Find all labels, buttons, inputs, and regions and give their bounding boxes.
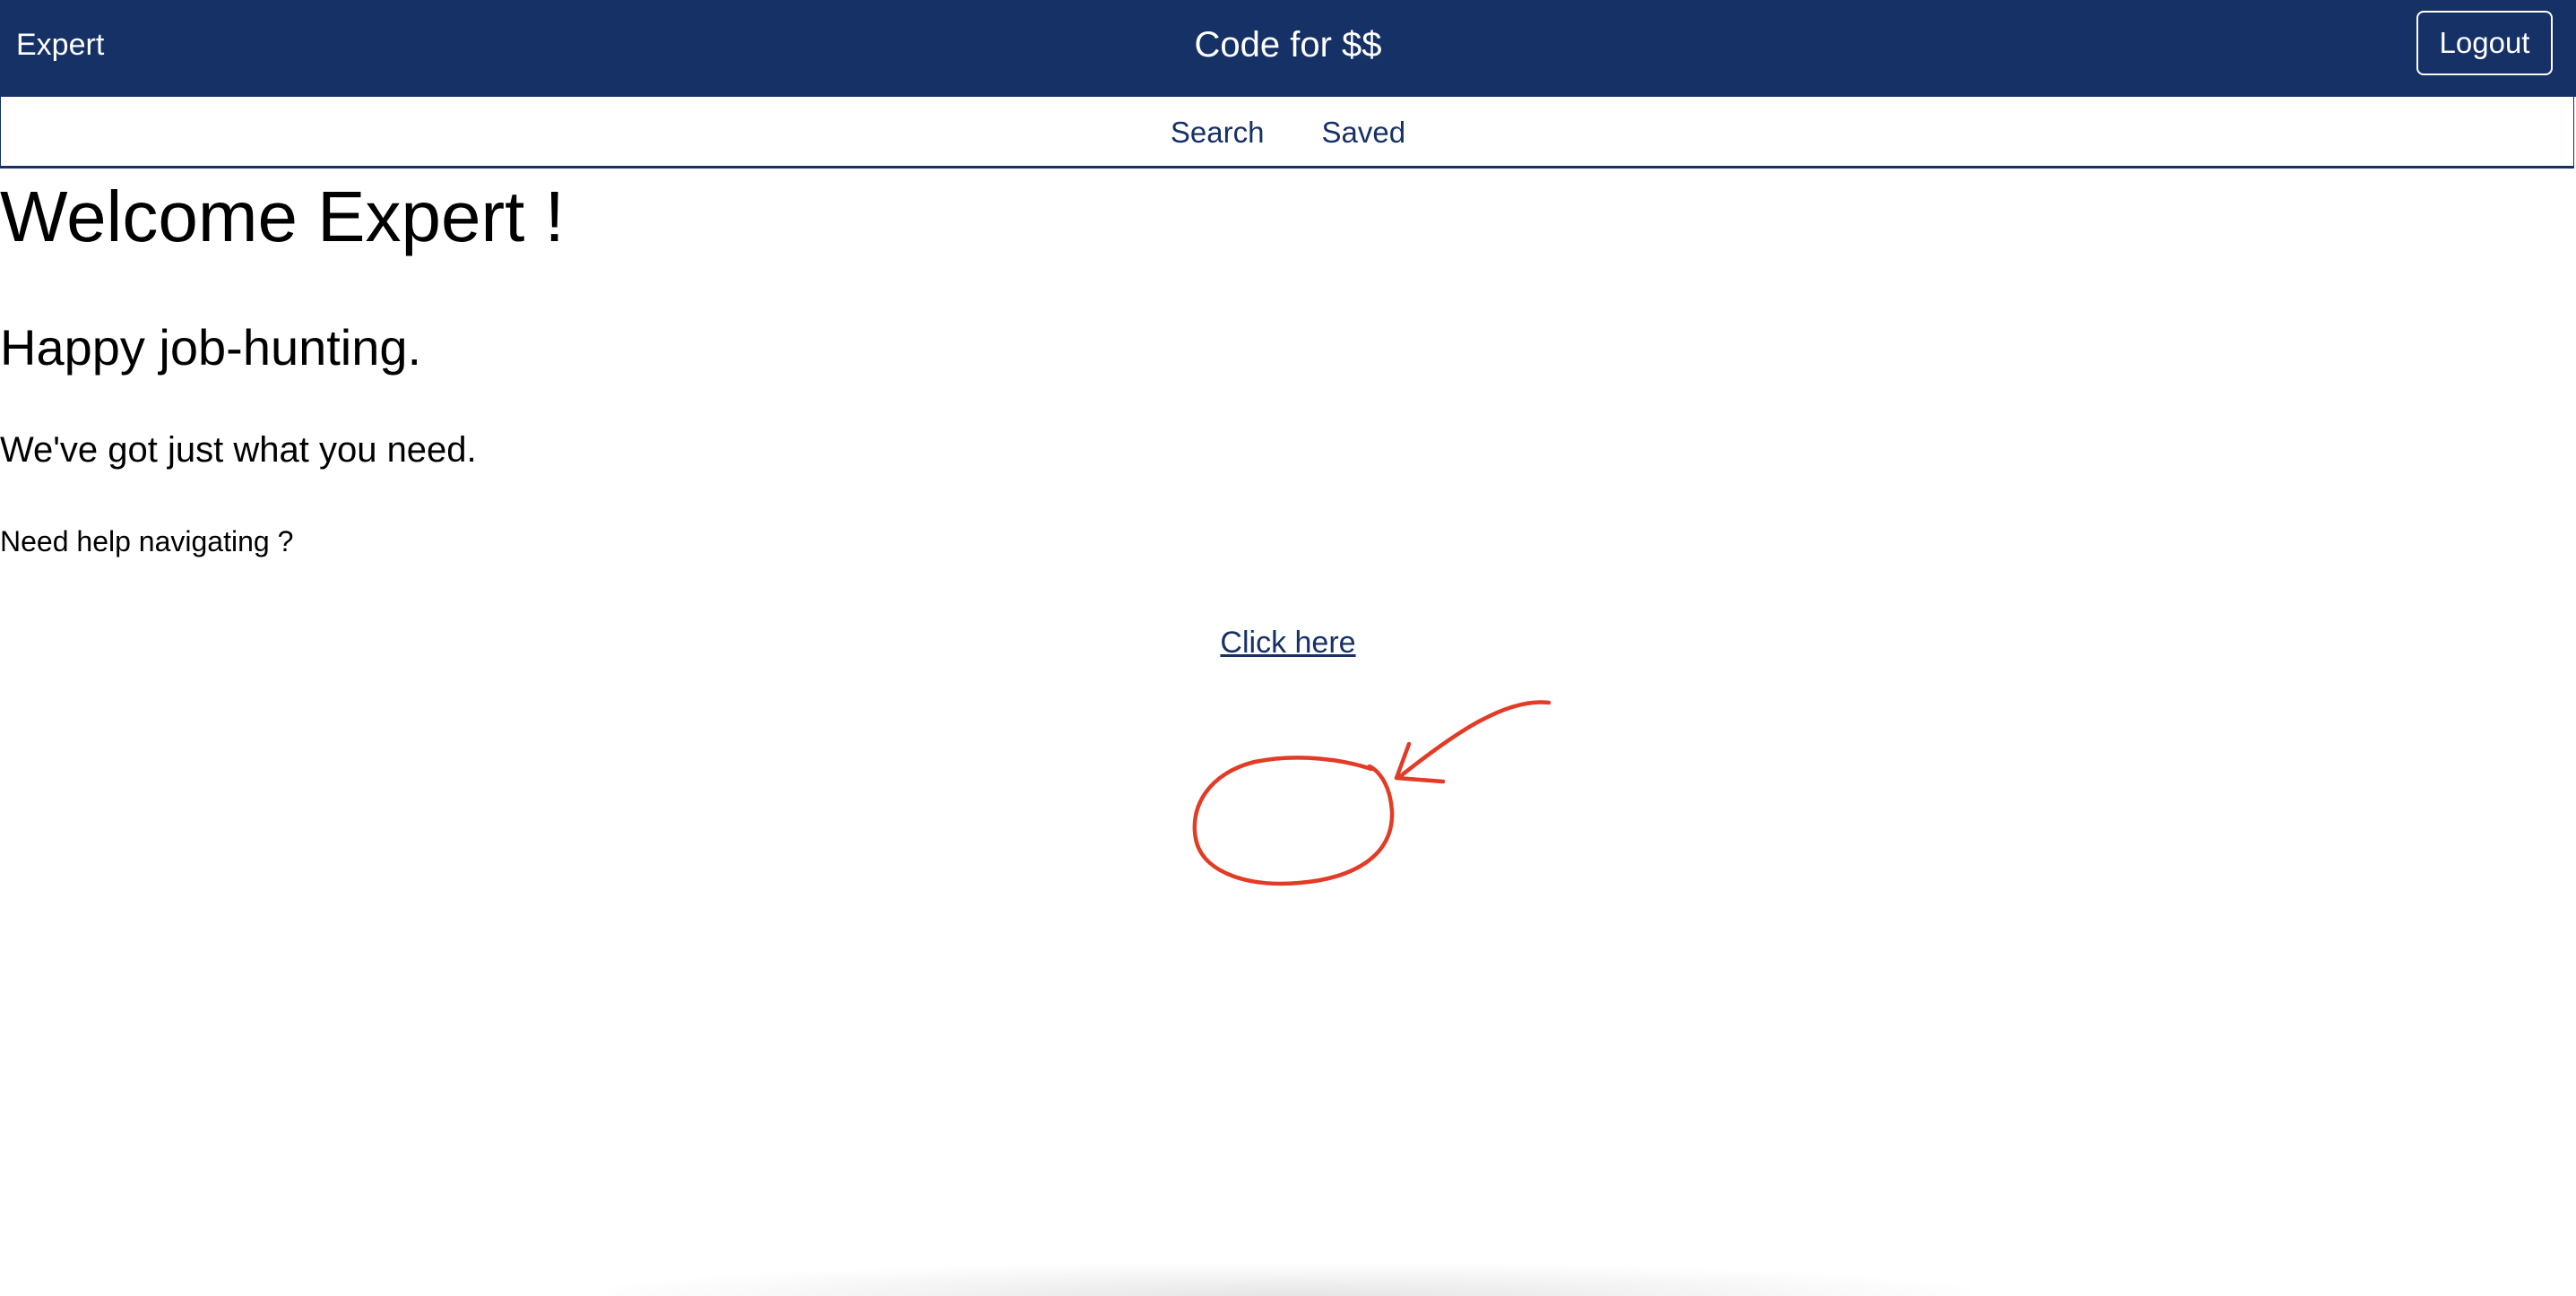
- site-title[interactable]: Code for $$: [0, 0, 2576, 90]
- tagline-heading: Happy job-hunting.: [0, 319, 422, 376]
- annotation-arrow: [1396, 700, 1552, 781]
- annotation-circle: [1192, 756, 1395, 886]
- help-link[interactable]: Click here: [1220, 626, 1355, 660]
- logout-button[interactable]: Logout: [2416, 11, 2553, 75]
- top-navbar: Expert Code for $$ Logout: [0, 0, 2576, 97]
- bottom-shadow: [609, 1264, 1972, 1296]
- nav-link-saved[interactable]: Saved: [1321, 116, 1405, 150]
- sub-navigation: Search Saved: [0, 97, 2574, 168]
- nav-link-search[interactable]: Search: [1171, 116, 1265, 150]
- welcome-heading: Welcome Expert !: [0, 177, 565, 256]
- help-link-container: Click here: [0, 627, 2576, 658]
- help-prompt: Need help navigating ?: [0, 525, 294, 557]
- subtagline-heading: We've got just what you need.: [0, 430, 477, 470]
- sub-navigation-links: Search Saved: [1, 97, 2575, 168]
- annotation-arrowhead: [1394, 741, 1446, 784]
